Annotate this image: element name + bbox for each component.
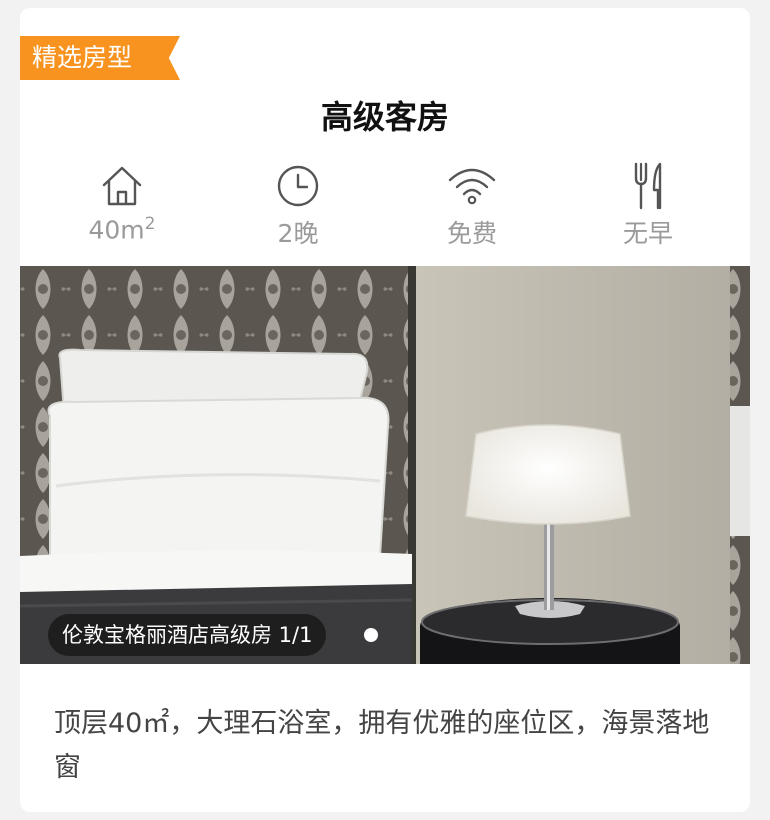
fork-knife-icon bbox=[634, 162, 662, 210]
amenity-nights-label: 2晚 bbox=[277, 219, 319, 248]
amenity-area-label: 40m2 bbox=[88, 214, 156, 245]
amenity-breakfast: 无早 bbox=[588, 160, 708, 250]
amenity-wifi: 免费 bbox=[412, 160, 532, 250]
house-icon bbox=[102, 166, 142, 206]
featured-badge: 精选房型 bbox=[20, 36, 180, 80]
amenity-wifi-label: 免费 bbox=[446, 219, 497, 248]
wifi-icon bbox=[448, 168, 496, 205]
room-photo[interactable]: 伦敦宝格丽酒店高级房 1/1 bbox=[20, 266, 750, 664]
room-description: 顶层40㎡，大理石浴室，拥有优雅的座位区，海景落地窗 bbox=[54, 708, 710, 783]
room-card[interactable]: 精选房型 高级客房 40m2 2晚 免费 无早 伦敦宝格丽酒店高级房 1/1 顶… bbox=[20, 8, 750, 812]
amenity-breakfast-label: 无早 bbox=[622, 219, 673, 248]
amenity-area: 40m2 bbox=[62, 160, 182, 244]
clock-icon bbox=[277, 165, 319, 207]
carousel-indicator-dot[interactable] bbox=[364, 628, 378, 642]
bedroom-image bbox=[20, 266, 750, 664]
amenity-row: 40m2 2晚 免费 无早 bbox=[20, 160, 750, 252]
amenity-nights: 2晚 bbox=[238, 160, 358, 250]
room-title: 高级客房 bbox=[320, 98, 449, 136]
photo-caption: 伦敦宝格丽酒店高级房 1/1 bbox=[48, 614, 327, 656]
